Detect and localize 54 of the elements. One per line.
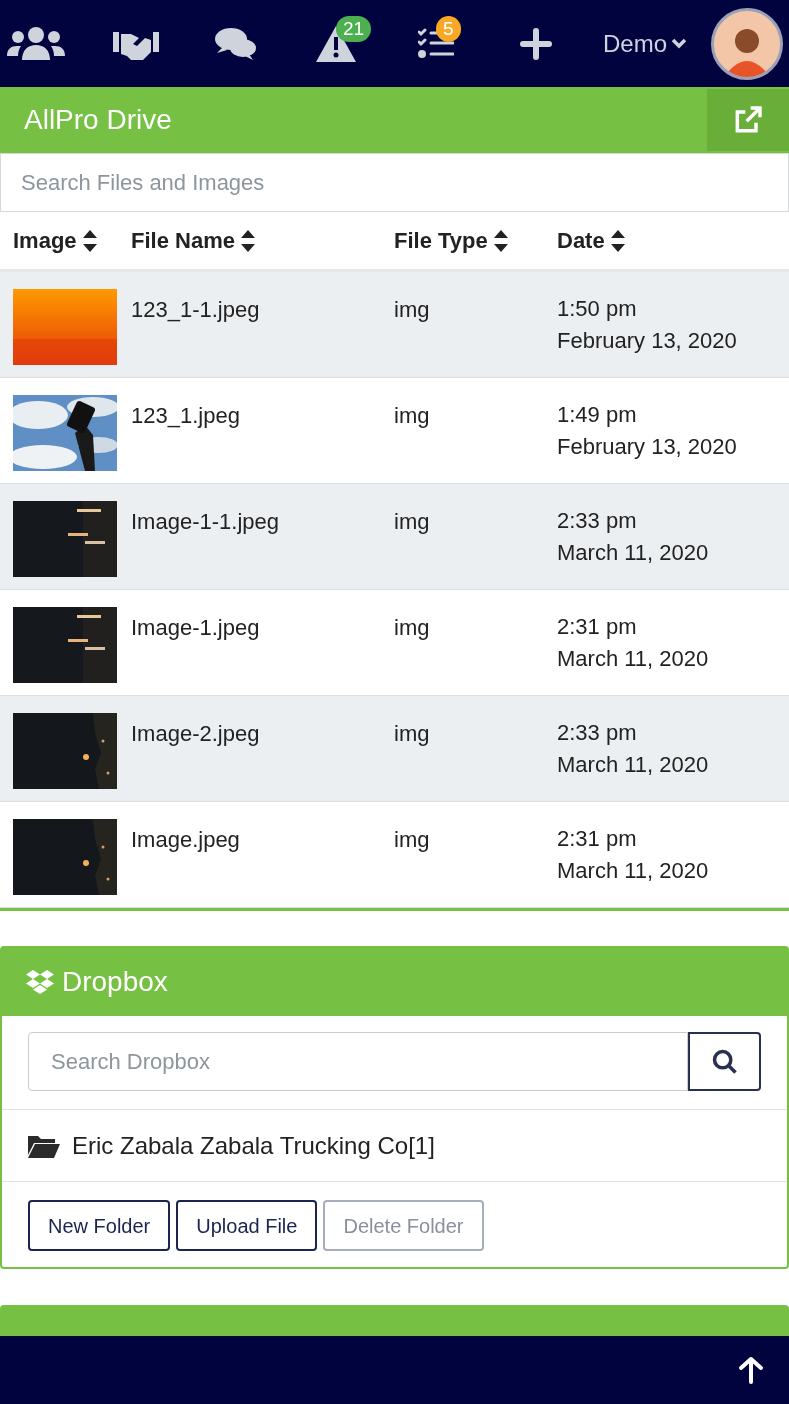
file-name: Image-1-1.jpeg [131,508,279,536]
count-badge: 21 [336,15,372,42]
date-text: March 11, 2020 [557,645,709,673]
user-menu[interactable]: Demo [602,25,687,62]
file-row[interactable]: 123_1-1.jpeg img 1:50 pm February 13, 2020 [0,272,789,378]
date-text: March 11, 2020 [557,857,709,885]
file-name: Image.jpeg [131,826,240,854]
time-text: 2:33 pm [557,507,637,535]
column-header[interactable]: Image [0,224,131,257]
panel-title: AllPro Drive [23,103,172,137]
column-header[interactable]: File Type [394,224,557,257]
file-type: img [394,826,430,854]
file-row[interactable]: Image-1-1.jpeg img 2:33 pm March 11, 2020 [0,484,789,590]
search-icon [710,1047,739,1076]
time-text: 1:49 pm [557,401,637,429]
time-text: 1:50 pm [557,295,637,323]
file-type: img [394,720,430,748]
file-type: img [394,508,430,536]
dropbox-icon [26,969,54,995]
external-link-button[interactable] [707,89,789,151]
action-button[interactable]: New Folder [28,1200,171,1251]
column-header[interactable]: File Name [131,224,394,257]
date-text: March 11, 2020 [557,751,709,779]
file-name: 123_1-1.jpeg [131,296,260,324]
file-type: img [394,614,430,642]
search-field[interactable]: Search Dropbox [28,1032,688,1091]
date-text: February 13, 2020 [557,327,737,355]
plus-icon [520,27,552,60]
count-badge: 5 [436,15,461,42]
action-button[interactable]: Upload File [176,1200,318,1251]
time-text: 2:31 pm [557,613,637,641]
chat-icon [215,26,257,61]
time-text: 2:31 pm [557,825,637,853]
date-text: March 11, 2020 [557,539,709,567]
file-name: 123_1.jpeg [131,402,240,430]
arrow-up-icon [738,1356,764,1384]
file-name: Image-2.jpeg [131,720,260,748]
file-type: img [394,296,430,324]
sort-icon [610,229,625,252]
time-text: 2:33 pm [557,719,637,747]
sort-icon [240,229,255,252]
date-text: February 13, 2020 [557,433,737,461]
file-type: img [394,402,430,430]
search-field[interactable]: Search Files and Images [0,153,789,212]
chevron-down-icon [671,37,687,50]
search-button[interactable] [688,1032,761,1091]
sort-icon [493,229,508,252]
file-name: Image-1.jpeg [131,614,260,642]
panel-title: Dropbox [62,965,168,999]
file-row[interactable]: Image-2.jpeg img 2:33 pm March 11, 2020 [0,696,789,802]
column-header[interactable]: Date [557,224,789,257]
folder-item[interactable]: Eric Zabala Zabala Trucking Co[1] [72,1127,435,1164]
users-icon [7,25,65,62]
sort-icon [82,229,97,252]
